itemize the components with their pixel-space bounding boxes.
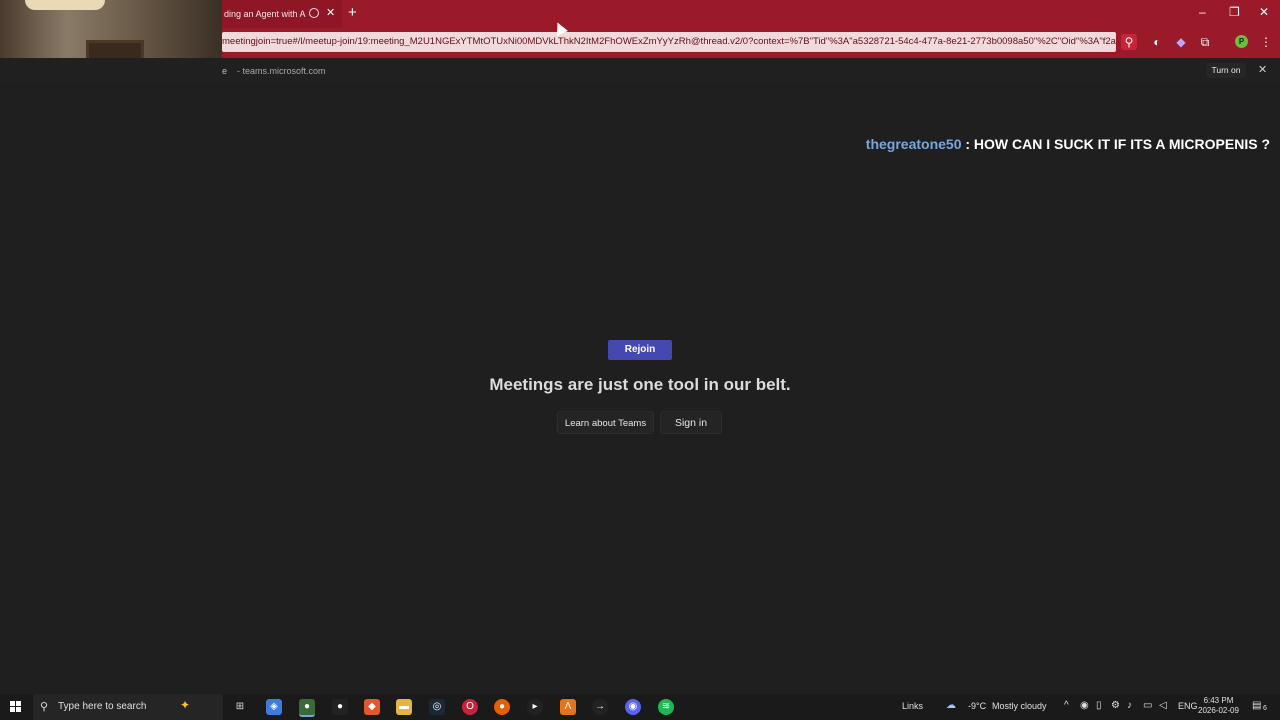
opera-icon[interactable]: O (462, 699, 478, 715)
search-icon: ⚲ (40, 701, 49, 713)
device-icon[interactable]: ▯ (1096, 700, 1102, 711)
weather-icon[interactable]: ☁ (946, 700, 956, 711)
notification-count: 6 (1263, 705, 1267, 712)
microphone-icon[interactable]: ♪ (1127, 700, 1132, 711)
taskbar-search-placeholder: Type here to search (58, 701, 147, 712)
address-url: meetingjoin=true#/l/meetup-join/19:meeti… (222, 36, 1116, 47)
chat-username: thegreatone50 (865, 136, 962, 152)
address-bar[interactable]: meetingjoin=true#/l/meetup-join/19:meeti… (222, 32, 1116, 52)
clock-date: 2026-02-09 (1198, 706, 1239, 715)
infobar-domain: - teams.microsoft.com (237, 66, 326, 76)
stream-chat-overlay: thegreatone50 : HOW CAN I SUCK IT IF ITS… (866, 136, 1270, 152)
extensions-puzzle-icon[interactable]: ⧉ (1197, 34, 1213, 50)
tab-audio-icon[interactable] (309, 8, 319, 18)
active-tab[interactable]: ding an Agent with Azu ✕ (222, 0, 342, 28)
extension-icon[interactable]: ◆ (1173, 34, 1189, 50)
tab-title: ding an Agent with Azu (224, 9, 306, 19)
notification-icon[interactable]: ▤ (1252, 700, 1261, 711)
steam-icon[interactable]: ◎ (429, 699, 445, 715)
search-in-page-icon[interactable]: ⚲ (1121, 34, 1137, 50)
tray-expand-icon[interactable]: ^ (1064, 700, 1069, 711)
volume-icon[interactable]: ◁ (1159, 700, 1167, 711)
incognito-icon[interactable]: ◐ (1149, 34, 1165, 50)
infobar-close-icon[interactable]: ✕ (1258, 63, 1267, 76)
discord-icon[interactable]: ◉ (625, 699, 641, 715)
restore-button[interactable]: ❐ (1229, 5, 1240, 19)
links-toolbar[interactable]: Links (902, 701, 923, 711)
chrome-icon[interactable]: ● (299, 699, 315, 717)
close-window-button[interactable]: ✕ (1259, 5, 1269, 19)
windows-start-icon[interactable] (10, 701, 22, 713)
app-icon-dark[interactable]: ● (332, 699, 348, 715)
network-icon[interactable]: ▭ (1143, 700, 1152, 711)
media-player-icon[interactable]: ▸ (527, 699, 543, 715)
app-icon-arrow[interactable]: → (592, 699, 608, 715)
firefox-icon[interactable]: ● (494, 699, 510, 715)
learn-about-teams-button[interactable]: Learn about Teams (557, 411, 654, 434)
weather-temp: -9°C (968, 701, 987, 711)
new-tab-button[interactable]: + (348, 4, 357, 21)
page-headline: Meetings are just one tool in our belt. (489, 375, 791, 394)
brave-icon[interactable]: ◆ (364, 699, 380, 715)
taskbar-clock[interactable]: 6:43 PM 2026-02-09 (1198, 696, 1239, 716)
spotify-icon[interactable]: ≋ (658, 699, 674, 715)
record-icon[interactable]: ◉ (1080, 700, 1089, 711)
clock-time: 6:43 PM (1203, 696, 1234, 705)
task-view-icon[interactable]: ⊞ (232, 699, 248, 715)
turn-on-button[interactable]: Turn on (1206, 63, 1246, 78)
ceiling-lamp (25, 0, 105, 10)
language-indicator[interactable]: ENG (1178, 701, 1198, 711)
rejoin-button[interactable]: Rejoin (608, 340, 672, 360)
infobar-prefix: e (222, 66, 228, 76)
sign-in-button[interactable]: Sign in (660, 411, 722, 434)
app-icon-orange[interactable]: Λ (560, 699, 576, 715)
copilot-icon[interactable]: ◈ (266, 699, 282, 715)
tab-close-icon[interactable]: ✕ (326, 6, 335, 19)
weather-desc: Mostly cloudy (992, 701, 1047, 711)
profile-avatar[interactable]: P (1235, 35, 1248, 48)
tab-bar: ding an Agent with Azu ✕ + (222, 0, 1280, 28)
chat-message: : HOW CAN I SUCK IT IF ITS A MICROPENIS … (961, 136, 1270, 152)
menu-kebab-icon[interactable]: ⋮ (1258, 34, 1274, 50)
minimize-button[interactable]: – (1199, 5, 1206, 19)
file-explorer-icon[interactable]: ▬ (396, 699, 412, 715)
gear-icon[interactable]: ⚙ (1111, 700, 1120, 711)
info-bar (0, 58, 1280, 84)
search-highlight-icon: ✦ (180, 698, 191, 712)
